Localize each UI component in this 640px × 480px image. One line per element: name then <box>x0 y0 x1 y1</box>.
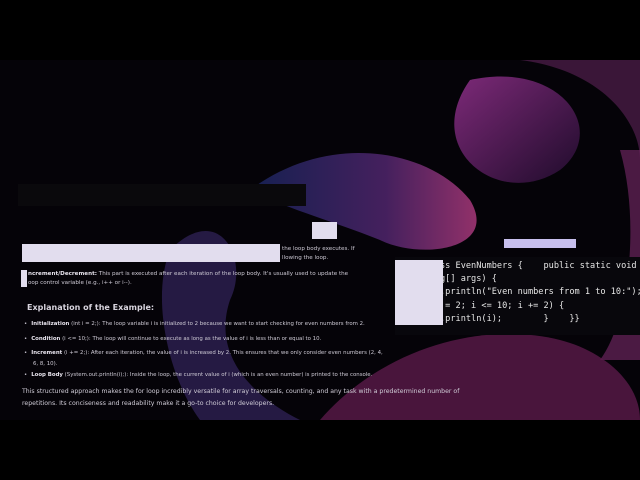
redaction-block <box>21 270 27 287</box>
redaction-block <box>22 244 280 262</box>
redaction-block <box>18 184 306 206</box>
text-line: the loop body executes. If <box>282 246 355 252</box>
list-item: Increment (i += 2;): After each iteratio… <box>24 349 383 358</box>
paragraph-line: repetitions. Its conciseness and readabi… <box>22 400 275 407</box>
list-item: Initialization (int i = 2;): The loop va… <box>24 320 365 329</box>
redaction-block <box>395 260 443 325</box>
code-line: ss EvenNumbers { public static void <box>440 261 637 271</box>
incdec-line: ncrement/Decrement: This part is execute… <box>28 271 349 277</box>
paragraph-line: This structured approach makes the for l… <box>22 388 460 395</box>
text-line: llowing the loop. <box>282 255 329 261</box>
letterbox-bottom <box>0 420 640 480</box>
code-line: = 2; i <= 10; i += 2) { <box>440 301 565 311</box>
code-line: .println("Even numbers from 1 to 10:"); <box>440 287 640 297</box>
redaction-block <box>504 239 576 248</box>
list-item-cont: 6, 8, 10). <box>33 361 58 367</box>
redaction-block <box>312 222 337 239</box>
section-heading: Explanation of the Example: <box>27 303 155 312</box>
code-line: g[] args) { <box>440 274 497 284</box>
incdec-line2: oop control variable (e.g., i++ or i--). <box>28 280 132 286</box>
list-item: Condition (i <= 10;): The loop will cont… <box>24 335 321 344</box>
letterbox-top <box>0 0 640 60</box>
code-line: .println(i); } }} <box>440 314 580 324</box>
list-item: Loop Body (System.out.println(i);): Insi… <box>24 371 372 380</box>
